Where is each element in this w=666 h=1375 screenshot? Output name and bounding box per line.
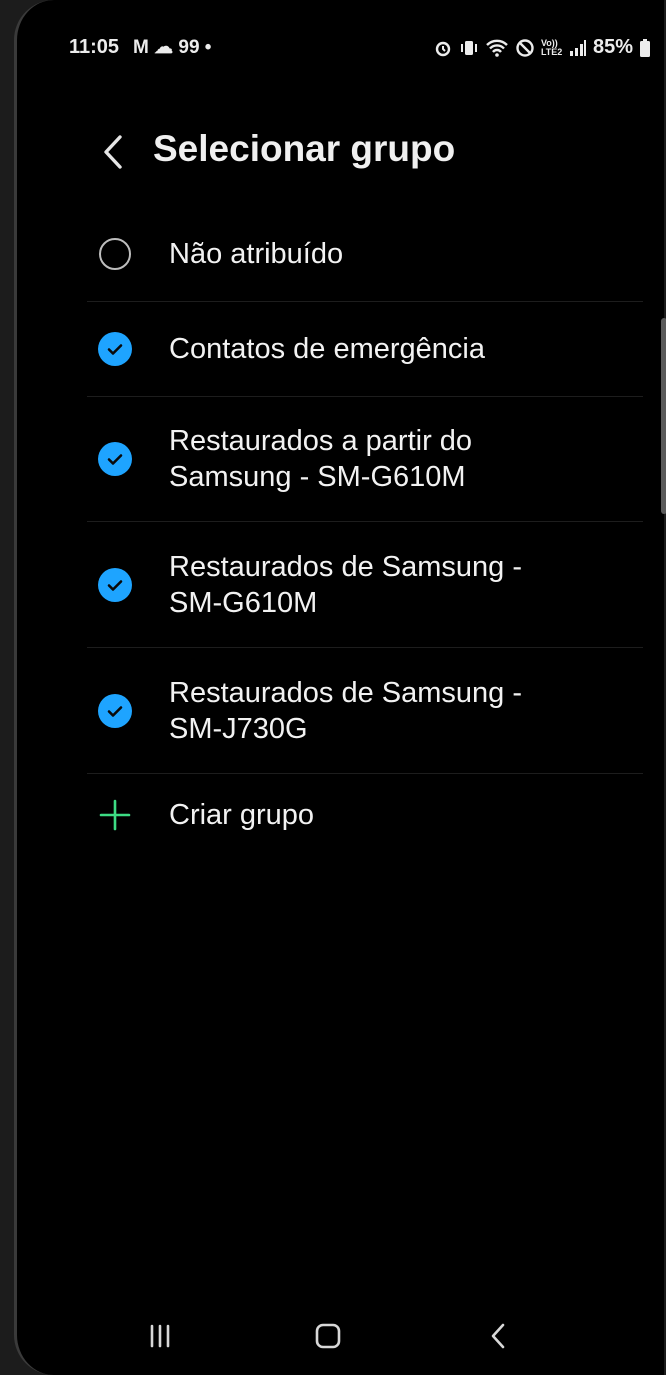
wifi-icon — [486, 39, 508, 57]
status-right-icons: Vo)) LTE2 85% — [433, 36, 651, 59]
create-group-button[interactable]: Criar grupo — [87, 773, 643, 855]
list-item-label: Restaurados a partir do Samsung - SM-G61… — [169, 425, 473, 493]
signal-icon — [569, 39, 586, 56]
nav-back-button[interactable] — [474, 1306, 522, 1366]
list-item-label: Restaurados de Samsung - SM-G610M — [169, 550, 523, 619]
home-icon — [315, 1323, 341, 1349]
list-item-nao-atribuido[interactable]: Não atribuído — [87, 206, 643, 301]
list-item-label: Contatos de emergência — [169, 333, 485, 365]
app-bar: Selecionar grupo — [87, 120, 607, 190]
checkbox-checked[interactable] — [98, 693, 132, 728]
phone-screen: 11:05 M ☁ 99 • Vo)) LTE2 85% Selecionar … — [14, 0, 666, 1375]
list-item-contatos-de-emergencia[interactable]: Contatos de emergência — [87, 301, 643, 396]
recents-icon — [150, 1324, 170, 1348]
chevron-left-icon — [104, 135, 122, 169]
group-list: Não atribuído Contatos de emergência Res… — [87, 206, 643, 855]
back-icon — [491, 1323, 505, 1349]
checkbox-checked[interactable] — [98, 567, 132, 602]
plus-icon — [99, 799, 131, 830]
radio-button[interactable] — [99, 237, 131, 270]
create-group-label: Criar grupo — [169, 798, 315, 831]
list-item-restaurados-sm-g610m-a[interactable]: Restaurados a partir do Samsung - SM-G61… — [87, 396, 643, 521]
checkmark-icon — [107, 344, 123, 355]
blocked-icon — [516, 38, 534, 57]
recents-button[interactable] — [136, 1306, 184, 1366]
status-time: 11:05 — [69, 36, 120, 58]
alarm-icon — [435, 41, 451, 56]
checkbox-checked[interactable] — [98, 442, 132, 476]
list-item-label: Restaurados de Samsung - SM-J730G — [169, 676, 523, 745]
scrollbar[interactable] — [661, 318, 666, 514]
list-item-restaurados-sm-g610m-b[interactable]: Restaurados de Samsung - SM-G610M — [87, 521, 643, 647]
page-title: Selecionar grupo — [153, 128, 456, 169]
status-bar: 11:05 M ☁ 99 • Vo)) LTE2 85% — [69, 30, 659, 66]
checkmark-icon — [107, 579, 123, 591]
navigation-bar — [14, 1290, 664, 1375]
checkmark-icon — [107, 454, 123, 465]
list-item-restaurados-sm-j730g[interactable]: Restaurados de Samsung - SM-J730G — [87, 647, 643, 773]
checkmark-icon — [107, 705, 123, 717]
volte-icon: Vo)) LTE2 — [540, 37, 563, 57]
back-button[interactable] — [95, 126, 131, 178]
list-item-label: Não atribuído — [169, 237, 344, 270]
battery-icon — [640, 38, 650, 57]
vibrate-icon — [460, 40, 477, 55]
home-button[interactable] — [304, 1306, 352, 1366]
battery-percent: 85% — [592, 36, 633, 58]
notification-icons: M ☁ 99 • — [133, 37, 212, 58]
checkbox-checked[interactable] — [98, 332, 132, 366]
